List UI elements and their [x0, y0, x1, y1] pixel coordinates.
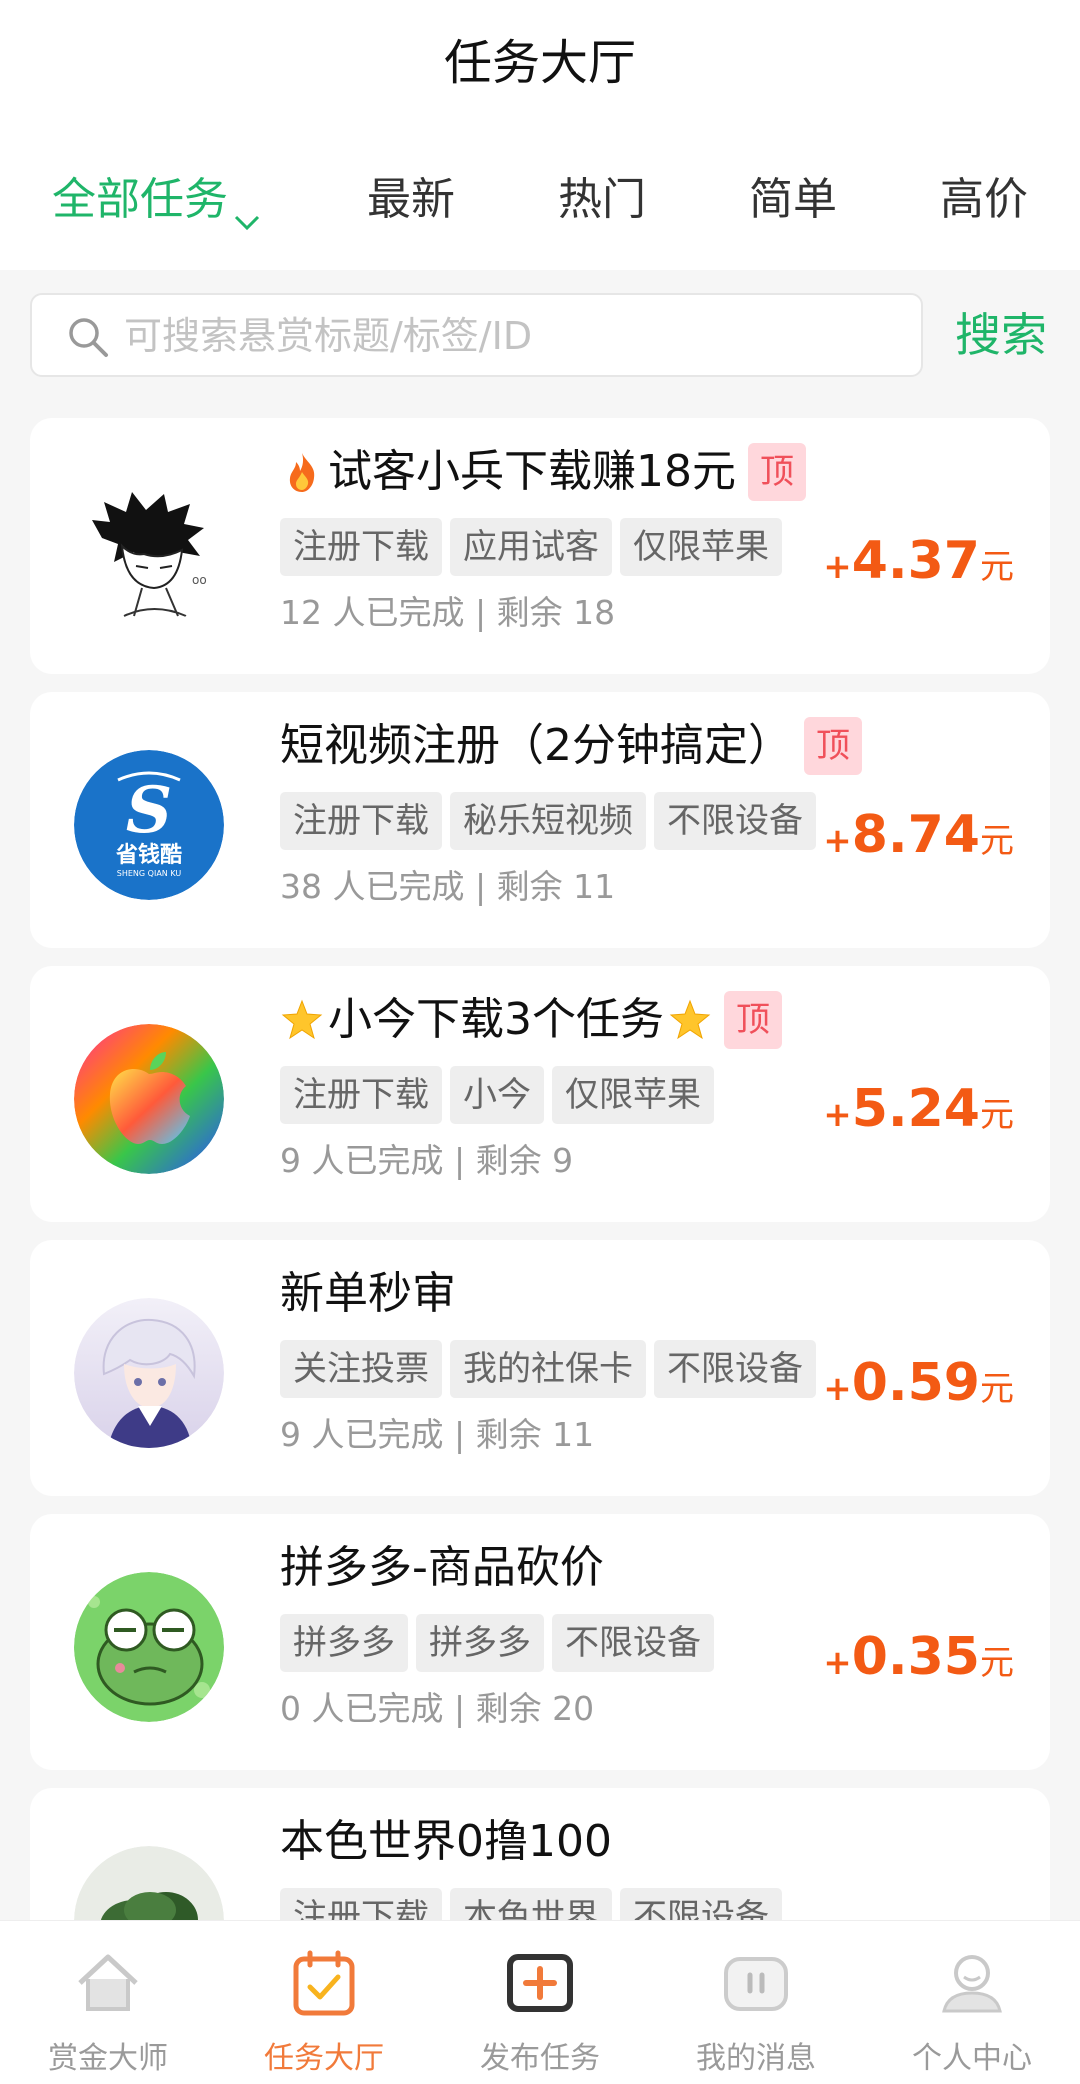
nav-label: 发布任务 [480, 2041, 600, 2076]
search-box [30, 293, 923, 377]
star-icon [668, 998, 712, 1042]
task-avatar [74, 1298, 224, 1448]
search-input[interactable] [124, 305, 884, 367]
task-tag: 仅限苹果 [620, 518, 782, 576]
task-title: 新单秒审 [280, 1262, 456, 1326]
task-card[interactable]: 小今下载3个任务 顶 注册下载 小今 仅限苹果 9 人已完成 | 剩余 9 +5… [30, 966, 1050, 1222]
task-card[interactable]: oo 试客小兵下载赚18元 顶 注册下载 应用试客 仅限苹果 12 人已完成 |… [30, 418, 1050, 674]
task-tag: 关注投票 [280, 1340, 442, 1398]
pinned-badge: 顶 [724, 991, 782, 1049]
filter-tabs: 全部任务 最新 热门 简单 高价 [0, 160, 1080, 240]
nav-item-task-hall[interactable]: 任务大厅 [216, 1921, 432, 2084]
task-tag: 应用试客 [450, 518, 612, 576]
chevron-down-icon [230, 185, 264, 231]
fire-icon [280, 450, 324, 494]
task-reward: +4.37元 [823, 531, 1014, 591]
task-tag: 不限设备 [654, 792, 816, 850]
task-reward: +0.35元 [823, 1627, 1014, 1687]
task-title-text: 短视频注册（2分钟搞定） [280, 720, 792, 771]
tab-latest[interactable]: 最新 [367, 160, 455, 240]
task-tag: 不限设备 [654, 1340, 816, 1398]
nav-label: 我的消息 [696, 2041, 816, 2076]
task-progress: 9 人已完成 | 剩余 9 [280, 1141, 574, 1180]
task-tag: 仅限苹果 [552, 1066, 714, 1124]
task-tags: 关注投票 我的社保卡 不限设备 [280, 1340, 824, 1398]
nav-label: 个人中心 [912, 2041, 1032, 2076]
nav-item-messages[interactable]: 我的消息 [648, 1921, 864, 2084]
task-tag: 不限设备 [552, 1614, 714, 1672]
task-title: 拼多多-商品砍价 [280, 1536, 604, 1600]
task-card[interactable]: S 省钱酷 SHENG QIAN KU 短视频注册（2分钟搞定） 顶 注册下载 … [30, 692, 1050, 948]
task-title-text: 试客小兵下载赚18元 [328, 446, 736, 497]
task-hall-icon [288, 1947, 360, 2019]
svg-text:oo: oo [192, 573, 207, 587]
task-title-text: 小今下载3个任务 [328, 994, 664, 1045]
tab-hot[interactable]: 热门 [558, 160, 646, 240]
task-tag: 秘乐短视频 [450, 792, 646, 850]
task-reward: +5.24元 [823, 1079, 1014, 1139]
nav-label: 赏金大师 [48, 2041, 168, 2076]
task-progress: 12 人已完成 | 剩余 18 [280, 593, 616, 632]
task-progress: 0 人已完成 | 剩余 20 [280, 1689, 595, 1728]
task-tag: 我的社保卡 [450, 1340, 646, 1398]
task-title: 本色世界0撸100 [280, 1810, 612, 1874]
task-title-text: 本色世界0撸100 [280, 1816, 612, 1867]
nav-label: 任务大厅 [264, 2041, 384, 2076]
search-button[interactable]: 搜索 [955, 300, 1047, 370]
home-icon [72, 1947, 144, 2019]
task-tag: 拼多多 [280, 1614, 408, 1672]
task-reward: +0.59元 [823, 1353, 1014, 1413]
task-tag: 拼多多 [416, 1614, 544, 1672]
svg-text:S: S [126, 773, 172, 848]
task-card[interactable]: 新单秒审 关注投票 我的社保卡 不限设备 9 人已完成 | 剩余 11 +0.5… [30, 1240, 1050, 1496]
page-title: 任务大厅 [443, 35, 636, 91]
task-title-text: 拼多多-商品砍价 [280, 1542, 604, 1593]
task-title: 试客小兵下载赚18元 顶 [280, 440, 806, 504]
task-tags: 注册下载 应用试客 仅限苹果 [280, 518, 790, 576]
pinned-badge: 顶 [804, 717, 862, 775]
task-title-text: 新单秒审 [280, 1268, 456, 1319]
message-icon [720, 1947, 792, 2019]
tab-high-price[interactable]: 高价 [940, 160, 1028, 240]
tab-label: 全部任务 [52, 174, 228, 225]
pinned-badge: 顶 [748, 443, 806, 501]
task-avatar: oo [74, 476, 224, 626]
tab-simple[interactable]: 简单 [749, 160, 837, 240]
task-card[interactable]: 拼多多-商品砍价 拼多多 拼多多 不限设备 0 人已完成 | 剩余 20 +0.… [30, 1514, 1050, 1770]
task-progress: 9 人已完成 | 剩余 11 [280, 1415, 595, 1454]
search-icon [66, 315, 110, 359]
header: 任务大厅 全部任务 最新 热门 简单 高价 [0, 0, 1080, 270]
task-tag: 小今 [450, 1066, 544, 1124]
task-tags: 注册下载 秘乐短视频 不限设备 [280, 792, 824, 850]
task-tags: 拼多多 拼多多 不限设备 [280, 1614, 722, 1672]
avatar-brand-text: 省钱酷 [115, 842, 182, 868]
publish-icon [504, 1947, 576, 2019]
bottom-nav: 赏金大师 任务大厅 发布任务 我的消息 个人中心 [0, 1920, 1080, 2084]
task-reward: +8.74元 [823, 805, 1014, 865]
nav-item-publish[interactable]: 发布任务 [432, 1921, 648, 2084]
task-avatar: S 省钱酷 SHENG QIAN KU [74, 750, 224, 900]
task-title: 短视频注册（2分钟搞定） 顶 [280, 714, 862, 778]
task-tag: 注册下载 [280, 792, 442, 850]
avatar-brand-subtext: SHENG QIAN KU [117, 869, 182, 878]
task-tag: 注册下载 [280, 1066, 442, 1124]
nav-item-profile[interactable]: 个人中心 [864, 1921, 1080, 2084]
nav-item-home[interactable]: 赏金大师 [0, 1921, 216, 2084]
task-tag: 注册下载 [280, 518, 442, 576]
task-avatar [74, 1024, 224, 1174]
star-icon [280, 998, 324, 1042]
task-avatar [74, 1572, 224, 1722]
task-title: 小今下载3个任务 顶 [280, 988, 782, 1052]
task-tags: 注册下载 小今 仅限苹果 [280, 1066, 722, 1124]
task-progress: 38 人已完成 | 剩余 11 [280, 867, 616, 906]
tab-all-tasks[interactable]: 全部任务 [52, 160, 264, 240]
profile-icon [936, 1947, 1008, 2019]
